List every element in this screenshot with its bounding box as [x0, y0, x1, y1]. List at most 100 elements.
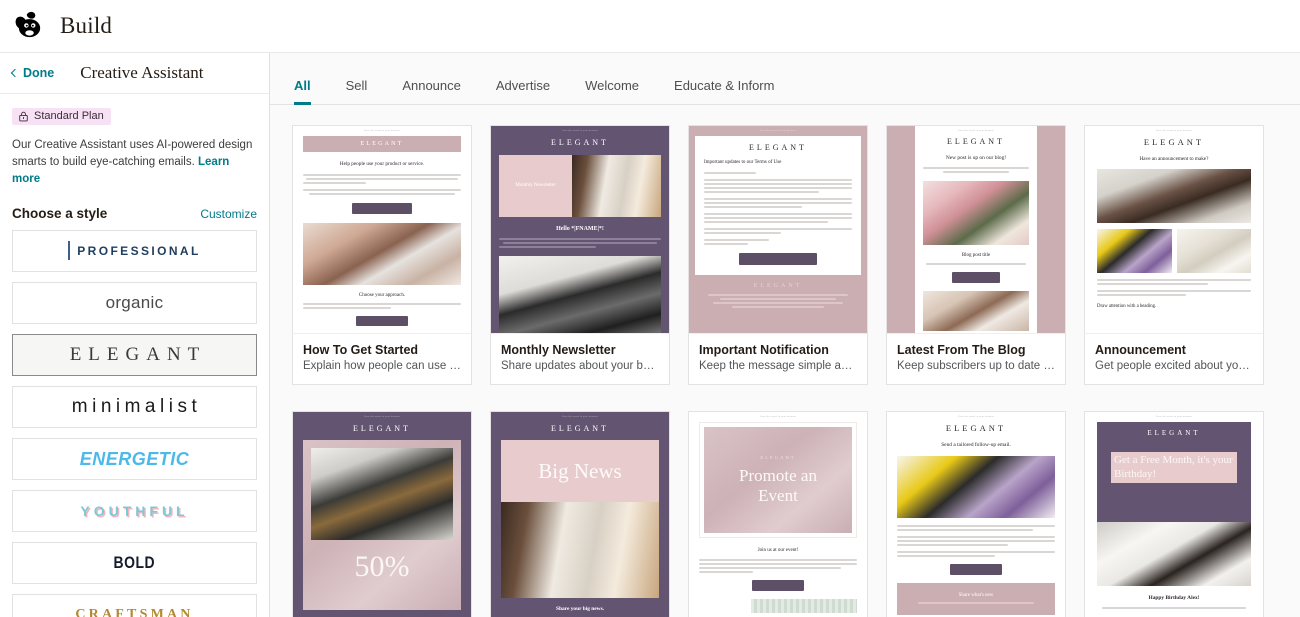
- template-title: Announcement: [1095, 343, 1186, 357]
- thumb-event-panel: ELEGANT Promote an Event: [699, 422, 857, 538]
- thumb-birthday-panel: ELEGANT Get a Free Month, it's your Birt…: [1097, 422, 1251, 522]
- footer-wordmark: ELEGANT: [753, 283, 803, 289]
- template-card-important-notification[interactable]: View this email in your browser ELEGANT …: [688, 125, 868, 385]
- preheader-text: View this email in your browser: [1155, 416, 1193, 418]
- tab-welcome[interactable]: Welcome: [585, 78, 639, 104]
- tab-announce[interactable]: Announce: [402, 78, 461, 104]
- style-tile-bold[interactable]: BOLD: [12, 542, 257, 585]
- template-thumbnail: View this email in your browser ELEGANT …: [293, 412, 471, 617]
- thumb-photo: [303, 223, 461, 285]
- thumb-paper: ELEGANT Important updates to our Terms o…: [695, 136, 861, 275]
- thumb-headline: Send a tailored follow-up email.: [941, 442, 1011, 448]
- template-card-happy-birthday[interactable]: View this email in your browser ELEGANT …: [1084, 411, 1264, 617]
- thumb-body-lines: [499, 238, 661, 248]
- plan-badge-label: Standard Plan: [34, 110, 104, 122]
- style-label: minimalist: [71, 396, 202, 418]
- lock-badge-icon: [19, 111, 28, 121]
- customize-link[interactable]: Customize: [200, 207, 257, 221]
- template-thumbnail: View this email in your browser ELEGANT …: [1085, 126, 1263, 333]
- preheader-text: View this email in your browser: [957, 130, 995, 132]
- style-label: BOLD: [113, 553, 156, 573]
- thumb-headline: Get a Free Month, it's your Birthday!: [1111, 452, 1237, 483]
- choose-style-heading: Choose a style: [12, 206, 108, 222]
- thumb-map-strip: [751, 599, 857, 613]
- style-tile-elegant[interactable]: ELEGANT: [12, 334, 257, 377]
- tab-sell[interactable]: Sell: [346, 78, 368, 104]
- preheader-text: View this email in your browser: [759, 416, 797, 418]
- style-label: ELEGANT: [69, 344, 207, 366]
- page-body: Done Creative Assistant Standard Plan Ou…: [0, 53, 1300, 617]
- style-tile-organic[interactable]: organic: [12, 282, 257, 325]
- template-subtitle: Keep subscribers up to date on cu...: [897, 360, 1055, 372]
- brand-wordmark: ELEGANT: [945, 423, 1007, 433]
- template-card-invitation-to-an-event[interactable]: View this email in your browser ELEGANT …: [688, 411, 868, 617]
- tab-advertise[interactable]: Advertise: [496, 78, 550, 104]
- style-tile-professional[interactable]: PROFESSIONAL: [12, 230, 257, 273]
- preheader-text: View this email in your browser: [759, 130, 797, 132]
- thumb-headline: Help people use your product or service.: [339, 161, 425, 167]
- style-label: CRAFTSMAN: [75, 607, 194, 617]
- template-card-tailored-follow-up[interactable]: View this email in your browser ELEGANT …: [886, 411, 1066, 617]
- thumb-cta-button: [952, 272, 1000, 283]
- thumb-headline: Hello *|FNAME|*!: [556, 226, 604, 232]
- template-card-big-news[interactable]: View this email in your browser ELEGANT …: [490, 411, 670, 617]
- style-label: ENERGETIC: [79, 448, 190, 469]
- thumb-headline: Have an announcement to make?: [1139, 156, 1209, 162]
- template-meta: How To Get Started Explain how people ca…: [293, 333, 471, 384]
- template-subtitle: Get people excited about your ne...: [1095, 360, 1253, 372]
- template-card-how-to-get-started[interactable]: View this email in your browser ELEGANT …: [292, 125, 472, 385]
- preheader-text: View this email in your browser: [561, 416, 599, 418]
- thumb-headline: New post is up on our blog!: [945, 155, 1007, 161]
- thumb-subheadline: Happy Birthday Alex!: [1148, 595, 1200, 601]
- brand-wordmark: ELEGANT: [749, 143, 807, 152]
- app-title: Build: [60, 13, 113, 38]
- style-tile-energetic[interactable]: ENERGETIC: [12, 438, 257, 481]
- done-button[interactable]: Done: [10, 66, 54, 80]
- brand-wordmark: ELEGANT: [551, 138, 609, 147]
- thumb-body-lines: [704, 172, 852, 245]
- thumb-subheadline: Join us at our event!: [757, 548, 799, 553]
- template-card-announcement[interactable]: View this email in your browser ELEGANT …: [1084, 125, 1264, 385]
- style-tile-minimalist[interactable]: minimalist: [12, 386, 257, 429]
- preheader-text: View this email in your browser: [957, 416, 995, 418]
- thumb-photo-2: [923, 291, 1029, 331]
- template-thumbnail: View this email in your browser ELEGANT …: [491, 412, 669, 617]
- template-grid-scroll[interactable]: View this email in your browser ELEGANT …: [270, 105, 1300, 617]
- tab-educate-inform[interactable]: Educate & Inform: [674, 78, 774, 104]
- thumb-subheadline: Share what's new: [958, 592, 994, 598]
- thumb-promo-panel: Share what's new: [897, 583, 1055, 615]
- preheader-text: View this email in your browser: [1155, 130, 1193, 132]
- thumb-body-lines: [897, 525, 1055, 557]
- tab-all[interactable]: All: [294, 78, 311, 105]
- thumb-subheadline: Choose your approach.: [358, 293, 406, 298]
- thumb-body-lines: [923, 167, 1029, 173]
- thumb-photo: [923, 181, 1029, 245]
- app-bar: Build: [0, 0, 1300, 53]
- thumb-photo: [499, 256, 661, 333]
- style-tile-craftsman[interactable]: CRAFTSMAN: [12, 594, 257, 617]
- thumb-bignews-panel: Big News: [501, 440, 659, 502]
- thumb-subheadline: Share your big news.: [555, 606, 605, 612]
- mailchimp-freddie-icon[interactable]: [12, 9, 46, 43]
- thumb-photo: [311, 448, 453, 540]
- template-title: Monthly Newsletter: [501, 343, 616, 357]
- template-card-seasonal-sale[interactable]: View this email in your browser ELEGANT …: [292, 411, 472, 617]
- thumb-photo-row: [1097, 229, 1251, 273]
- template-browser: All Sell Announce Advertise Welcome Educ…: [270, 53, 1300, 617]
- sidebar-content: Standard Plan Our Creative Assistant use…: [0, 94, 269, 617]
- creative-assistant-sidebar: Done Creative Assistant Standard Plan Ou…: [0, 53, 270, 617]
- brand-wordmark: ELEGANT: [303, 136, 461, 152]
- style-label: YOUTHFUL: [80, 503, 189, 520]
- assistant-description: Our Creative Assistant uses AI-powered d…: [12, 137, 257, 189]
- thumb-body-lines: [699, 559, 857, 573]
- template-card-latest-from-the-blog[interactable]: View this email in your browser ELEGANT …: [886, 125, 1066, 385]
- thumb-hero: Monthly Newsletter: [499, 155, 661, 217]
- thumb-cta-button-2: [356, 316, 408, 326]
- brand-wordmark: ELEGANT: [551, 424, 609, 433]
- style-tile-youthful[interactable]: YOUTHFUL: [12, 490, 257, 533]
- thumb-body-lines: [1097, 279, 1251, 296]
- template-meta: Important Notification Keep the message …: [689, 333, 867, 384]
- template-card-monthly-newsletter[interactable]: View this email in your browser ELEGANT …: [490, 125, 670, 385]
- template-thumbnail: View this email in your browser ELEGANT …: [887, 126, 1065, 333]
- thumb-headline: Promote an Event: [739, 465, 817, 505]
